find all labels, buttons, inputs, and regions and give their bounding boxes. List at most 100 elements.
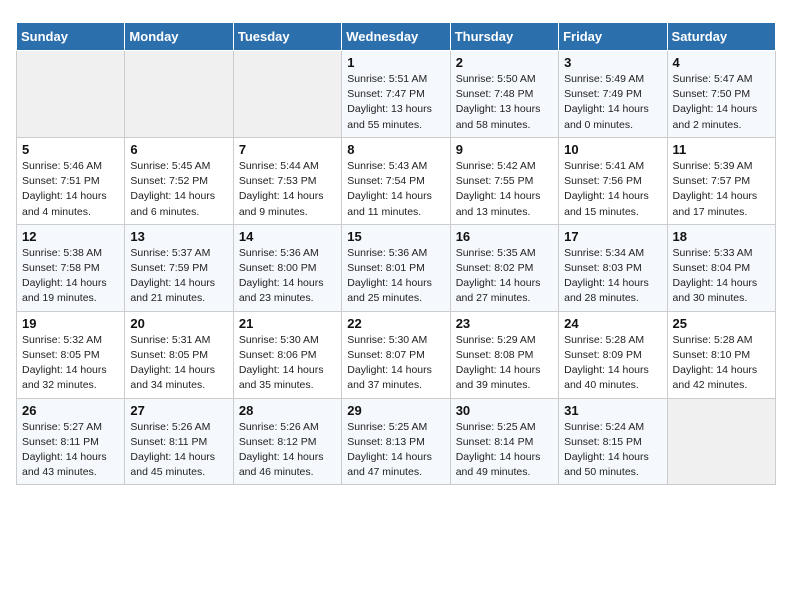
day-number: 25	[673, 316, 770, 331]
day-number: 8	[347, 142, 444, 157]
calendar-cell: 9 Sunrise: 5:42 AM Sunset: 7:55 PM Daylig…	[450, 137, 558, 224]
day-number: 26	[22, 403, 119, 418]
day-info: Sunrise: 5:49 AM Sunset: 7:49 PM Dayligh…	[564, 72, 661, 133]
day-info: Sunrise: 5:29 AM Sunset: 8:08 PM Dayligh…	[456, 333, 553, 394]
day-number: 2	[456, 55, 553, 70]
calendar-week-4: 19 Sunrise: 5:32 AM Sunset: 8:05 PM Dayli…	[17, 311, 776, 398]
weekday-header-saturday: Saturday	[667, 23, 775, 51]
day-info: Sunrise: 5:27 AM Sunset: 8:11 PM Dayligh…	[22, 420, 119, 481]
day-info: Sunrise: 5:25 AM Sunset: 8:13 PM Dayligh…	[347, 420, 444, 481]
calendar-week-5: 26 Sunrise: 5:27 AM Sunset: 8:11 PM Dayli…	[17, 398, 776, 485]
day-info: Sunrise: 5:39 AM Sunset: 7:57 PM Dayligh…	[673, 159, 770, 220]
calendar-cell: 21 Sunrise: 5:30 AM Sunset: 8:06 PM Dayli…	[233, 311, 341, 398]
calendar-cell	[17, 51, 125, 138]
calendar-cell: 25Sunrise: 5:28 AM Sunset: 8:10 PM Dayli…	[667, 311, 775, 398]
day-info: Sunrise: 5:36 AM Sunset: 8:00 PM Dayligh…	[239, 246, 336, 307]
day-number: 31	[564, 403, 661, 418]
calendar-cell: 23 Sunrise: 5:29 AM Sunset: 8:08 PM Dayli…	[450, 311, 558, 398]
day-number: 4	[673, 55, 770, 70]
day-number: 13	[130, 229, 227, 244]
weekday-header-friday: Friday	[559, 23, 667, 51]
day-info: Sunrise: 5:37 AM Sunset: 7:59 PM Dayligh…	[130, 246, 227, 307]
day-info: Sunrise: 5:28 AM Sunset: 8:09 PM Dayligh…	[564, 333, 661, 394]
day-number: 19	[22, 316, 119, 331]
calendar-cell: 28 Sunrise: 5:26 AM Sunset: 8:12 PM Dayli…	[233, 398, 341, 485]
calendar-cell: 2 Sunrise: 5:50 AM Sunset: 7:48 PM Daylig…	[450, 51, 558, 138]
day-number: 16	[456, 229, 553, 244]
calendar-cell: 24 Sunrise: 5:28 AM Sunset: 8:09 PM Dayli…	[559, 311, 667, 398]
day-info: Sunrise: 5:26 AM Sunset: 8:11 PM Dayligh…	[130, 420, 227, 481]
calendar-cell: 16 Sunrise: 5:35 AM Sunset: 8:02 PM Dayli…	[450, 224, 558, 311]
day-info: Sunrise: 5:47 AM Sunset: 7:50 PM Dayligh…	[673, 72, 770, 133]
day-info: Sunrise: 5:44 AM Sunset: 7:53 PM Dayligh…	[239, 159, 336, 220]
day-info: Sunrise: 5:31 AM Sunset: 8:05 PM Dayligh…	[130, 333, 227, 394]
weekday-header-monday: Monday	[125, 23, 233, 51]
day-number: 14	[239, 229, 336, 244]
calendar-cell: 17 Sunrise: 5:34 AM Sunset: 8:03 PM Dayli…	[559, 224, 667, 311]
day-number: 29	[347, 403, 444, 418]
calendar-cell: 27 Sunrise: 5:26 AM Sunset: 8:11 PM Dayli…	[125, 398, 233, 485]
calendar-cell	[233, 51, 341, 138]
day-number: 12	[22, 229, 119, 244]
calendar-cell: 7 Sunrise: 5:44 AM Sunset: 7:53 PM Daylig…	[233, 137, 341, 224]
calendar-cell: 20 Sunrise: 5:31 AM Sunset: 8:05 PM Dayli…	[125, 311, 233, 398]
calendar-cell: 15 Sunrise: 5:36 AM Sunset: 8:01 PM Dayli…	[342, 224, 450, 311]
day-info: Sunrise: 5:33 AM Sunset: 8:04 PM Dayligh…	[673, 246, 770, 307]
day-info: Sunrise: 5:30 AM Sunset: 8:06 PM Dayligh…	[239, 333, 336, 394]
day-number: 9	[456, 142, 553, 157]
calendar-table: SundayMondayTuesdayWednesdayThursdayFrid…	[16, 22, 776, 485]
calendar-week-2: 5Sunrise: 5:46 AM Sunset: 7:51 PM Daylig…	[17, 137, 776, 224]
calendar-cell: 3 Sunrise: 5:49 AM Sunset: 7:49 PM Daylig…	[559, 51, 667, 138]
day-number: 24	[564, 316, 661, 331]
day-info: Sunrise: 5:41 AM Sunset: 7:56 PM Dayligh…	[564, 159, 661, 220]
calendar-cell: 31Sunrise: 5:24 AM Sunset: 8:15 PM Dayli…	[559, 398, 667, 485]
day-number: 20	[130, 316, 227, 331]
day-number: 23	[456, 316, 553, 331]
day-info: Sunrise: 5:35 AM Sunset: 8:02 PM Dayligh…	[456, 246, 553, 307]
day-number: 27	[130, 403, 227, 418]
day-number: 3	[564, 55, 661, 70]
calendar-cell: 19 Sunrise: 5:32 AM Sunset: 8:05 PM Dayli…	[17, 311, 125, 398]
day-info: Sunrise: 5:36 AM Sunset: 8:01 PM Dayligh…	[347, 246, 444, 307]
day-info: Sunrise: 5:26 AM Sunset: 8:12 PM Dayligh…	[239, 420, 336, 481]
calendar-cell: 11 Sunrise: 5:39 AM Sunset: 7:57 PM Dayli…	[667, 137, 775, 224]
calendar-cell: 4 Sunrise: 5:47 AM Sunset: 7:50 PM Daylig…	[667, 51, 775, 138]
day-info: Sunrise: 5:46 AM Sunset: 7:51 PM Dayligh…	[22, 159, 119, 220]
day-number: 15	[347, 229, 444, 244]
day-info: Sunrise: 5:30 AM Sunset: 8:07 PM Dayligh…	[347, 333, 444, 394]
day-number: 30	[456, 403, 553, 418]
calendar-cell: 29 Sunrise: 5:25 AM Sunset: 8:13 PM Dayli…	[342, 398, 450, 485]
day-info: Sunrise: 5:45 AM Sunset: 7:52 PM Dayligh…	[130, 159, 227, 220]
calendar-cell: 30 Sunrise: 5:25 AM Sunset: 8:14 PM Dayli…	[450, 398, 558, 485]
day-number: 28	[239, 403, 336, 418]
calendar-cell: 18Sunrise: 5:33 AM Sunset: 8:04 PM Dayli…	[667, 224, 775, 311]
calendar-week-1: 1Sunrise: 5:51 AM Sunset: 7:47 PM Daylig…	[17, 51, 776, 138]
calendar-cell: 22Sunrise: 5:30 AM Sunset: 8:07 PM Dayli…	[342, 311, 450, 398]
calendar-cell: 8 Sunrise: 5:43 AM Sunset: 7:54 PM Daylig…	[342, 137, 450, 224]
calendar-cell: 6 Sunrise: 5:45 AM Sunset: 7:52 PM Daylig…	[125, 137, 233, 224]
weekday-header-sunday: Sunday	[17, 23, 125, 51]
day-info: Sunrise: 5:25 AM Sunset: 8:14 PM Dayligh…	[456, 420, 553, 481]
day-number: 17	[564, 229, 661, 244]
weekday-header-row: SundayMondayTuesdayWednesdayThursdayFrid…	[17, 23, 776, 51]
calendar-cell	[667, 398, 775, 485]
day-number: 10	[564, 142, 661, 157]
day-info: Sunrise: 5:43 AM Sunset: 7:54 PM Dayligh…	[347, 159, 444, 220]
day-info: Sunrise: 5:34 AM Sunset: 8:03 PM Dayligh…	[564, 246, 661, 307]
calendar-cell	[125, 51, 233, 138]
day-info: Sunrise: 5:32 AM Sunset: 8:05 PM Dayligh…	[22, 333, 119, 394]
day-number: 7	[239, 142, 336, 157]
day-number: 6	[130, 142, 227, 157]
day-number: 21	[239, 316, 336, 331]
calendar-week-3: 12Sunrise: 5:38 AM Sunset: 7:58 PM Dayli…	[17, 224, 776, 311]
day-info: Sunrise: 5:51 AM Sunset: 7:47 PM Dayligh…	[347, 72, 444, 133]
weekday-header-thursday: Thursday	[450, 23, 558, 51]
day-info: Sunrise: 5:42 AM Sunset: 7:55 PM Dayligh…	[456, 159, 553, 220]
day-info: Sunrise: 5:50 AM Sunset: 7:48 PM Dayligh…	[456, 72, 553, 133]
calendar-cell: 10 Sunrise: 5:41 AM Sunset: 7:56 PM Dayli…	[559, 137, 667, 224]
day-number: 11	[673, 142, 770, 157]
calendar-cell: 5Sunrise: 5:46 AM Sunset: 7:51 PM Daylig…	[17, 137, 125, 224]
weekday-header-wednesday: Wednesday	[342, 23, 450, 51]
calendar-cell: 12Sunrise: 5:38 AM Sunset: 7:58 PM Dayli…	[17, 224, 125, 311]
calendar-cell: 14 Sunrise: 5:36 AM Sunset: 8:00 PM Dayli…	[233, 224, 341, 311]
